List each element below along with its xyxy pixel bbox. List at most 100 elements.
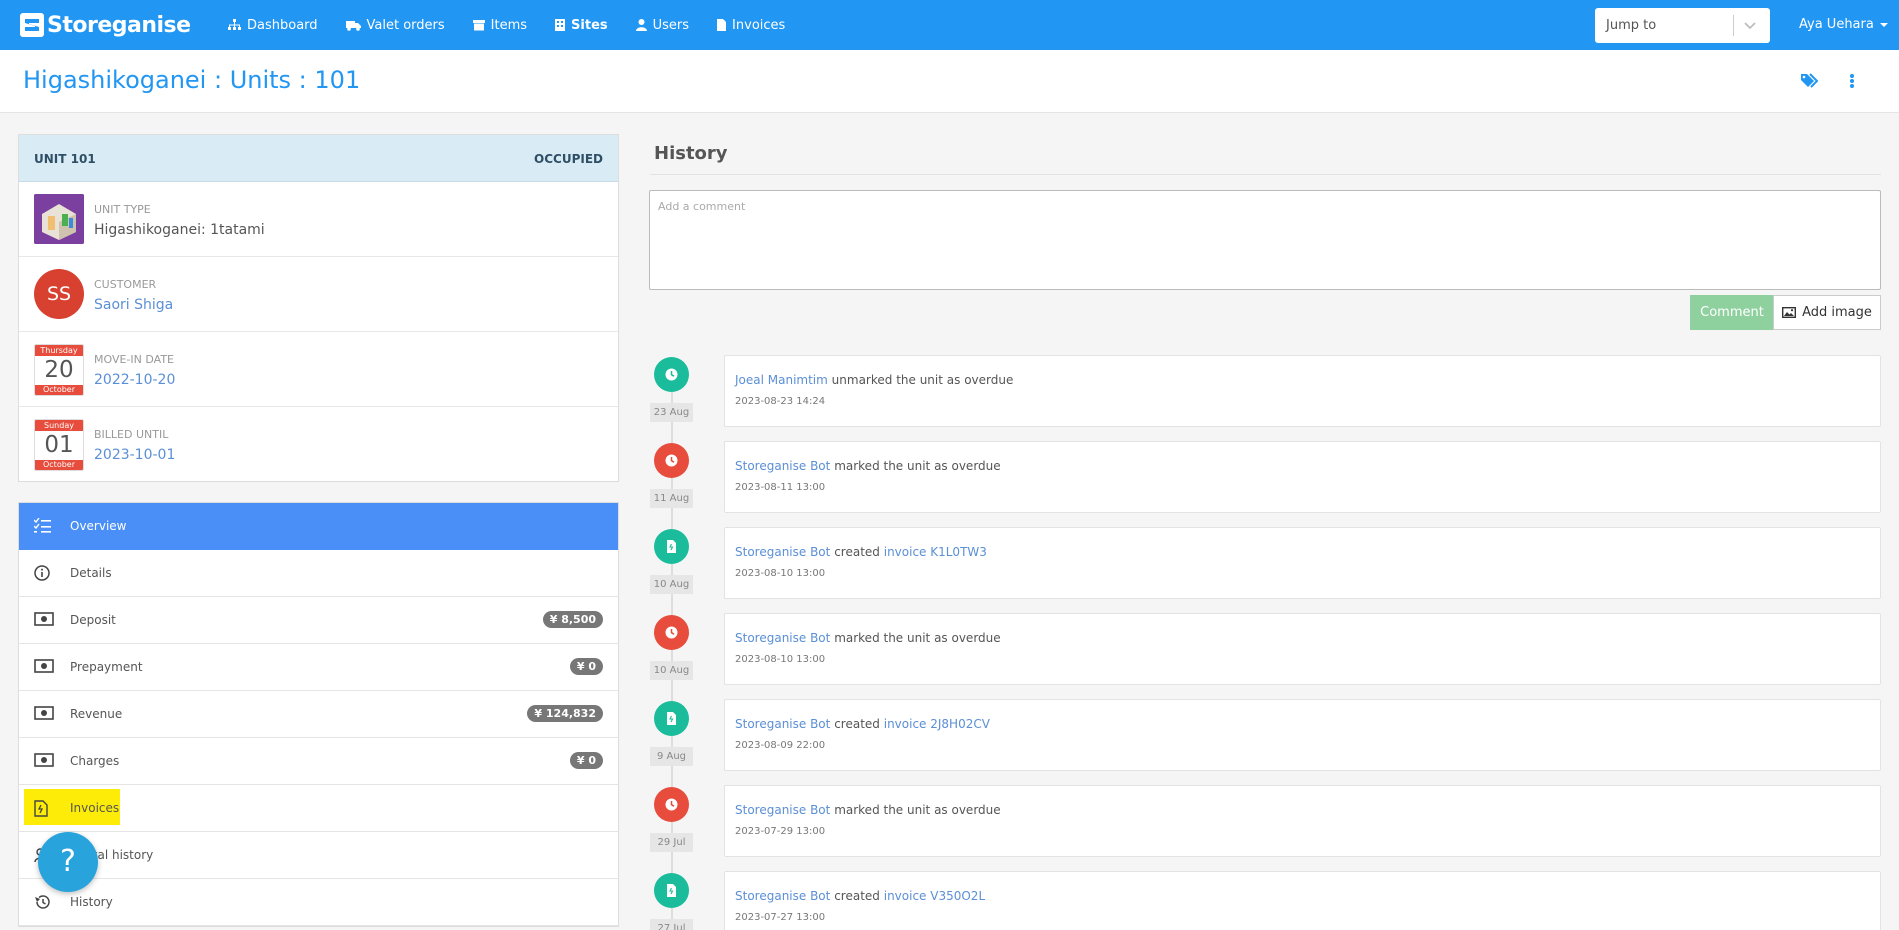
history-entry-card: Storeganise Bot marked the unit as overd… — [724, 785, 1881, 857]
truck-icon — [345, 20, 361, 31]
history-entry-date: 9 Aug — [650, 747, 693, 766]
history-entry-timestamp: 2023-07-29 13:00 — [735, 826, 826, 837]
history-action-text: created — [834, 717, 880, 731]
history-invoice-link[interactable]: invoice V350O2L — [884, 889, 985, 903]
building-icon — [555, 19, 566, 31]
user-name: Aya Uehara — [1799, 17, 1874, 32]
user-icon — [635, 19, 647, 31]
history-action-text: marked the unit as overdue — [834, 459, 1001, 473]
storeganise-logo-icon — [20, 13, 44, 37]
history-actor-link[interactable]: Storeganise Bot — [735, 803, 830, 817]
comment-input[interactable] — [649, 190, 1881, 290]
history-action-text: marked the unit as overdue — [834, 631, 1001, 645]
history-actor-link[interactable]: Storeganise Bot — [735, 631, 830, 645]
history-entry-text: Storeganise Bot marked the unit as overd… — [735, 459, 1001, 473]
invoice-event-icon — [654, 701, 689, 736]
history-title: History — [654, 143, 728, 164]
history-entry-text: Storeganise Bot created invoice V350O2L — [735, 889, 985, 903]
history-actor-link[interactable]: Storeganise Bot — [735, 459, 830, 473]
main-nav: Dashboard Valet orders Items Sites Users… — [228, 0, 813, 50]
comment-button[interactable]: Comment — [1690, 295, 1774, 330]
history-entry-timestamp: 2023-08-10 13:00 — [735, 654, 826, 665]
nav-users[interactable]: Users — [635, 18, 689, 33]
history-actor-link[interactable]: Storeganise Bot — [735, 889, 830, 903]
history-actor-link[interactable]: Joeal Manimtim — [735, 373, 828, 387]
user-menu[interactable]: Aya Uehara — [1799, 17, 1888, 32]
tags-icon[interactable] — [1801, 73, 1819, 89]
history-entry-text: Storeganise Bot marked the unit as overd… — [735, 803, 1001, 817]
history-entry-date: 10 Aug — [650, 575, 693, 594]
unit-type-label: UNIT TYPE — [94, 203, 151, 216]
invoice-event-icon — [654, 529, 689, 564]
customer-row: SS CUSTOMER Saori Shiga — [19, 257, 618, 332]
history-action-text: unmarked the unit as overdue — [831, 373, 1014, 387]
archive-icon — [472, 19, 485, 30]
top-navbar: Storeganise Dashboard Valet orders Items… — [0, 0, 1899, 50]
image-icon — [1782, 307, 1797, 318]
history-entry-timestamp: 2023-08-09 22:00 — [735, 740, 826, 751]
jump-to-placeholder: Jump to — [1606, 18, 1657, 33]
unit-type-image — [34, 194, 84, 244]
history-action-text: marked the unit as overdue — [834, 803, 1001, 817]
history-entry-timestamp: 2023-08-23 14:24 — [735, 396, 826, 407]
nav-invoices[interactable]: Invoices — [717, 18, 785, 33]
history-action-text: created — [834, 889, 880, 903]
history-entry-date: 10 Aug — [650, 661, 693, 680]
more-vertical-icon[interactable] — [1849, 73, 1855, 89]
clock-event-icon — [654, 357, 689, 392]
history-actor-link[interactable]: Storeganise Bot — [735, 717, 830, 731]
unit-panel-header: UNIT 101 OCCUPIED — [19, 135, 618, 182]
history-entry-card: Storeganise Bot created invoice 2J8H02CV… — [724, 699, 1881, 771]
nav-valet-orders-label: Valet orders — [366, 17, 445, 33]
customer-link[interactable]: Saori Shiga — [94, 297, 173, 313]
add-image-label: Add image — [1802, 305, 1872, 320]
history-entry-timestamp: 2023-07-27 13:00 — [735, 912, 826, 923]
history-entry: 27 Jul Storeganise Bot created invoice V3… — [0, 871, 1899, 930]
history-entry-timestamp: 2023-08-10 13:00 — [735, 568, 826, 579]
nav-invoices-label: Invoices — [732, 17, 786, 33]
caret-down-icon — [1879, 22, 1888, 27]
clock-event-icon — [654, 787, 689, 822]
history-entry: 11 Aug Storeganise Bot marked the unit as… — [0, 441, 1899, 529]
history-entry-card: Joeal Manimtim unmarked the unit as over… — [724, 355, 1881, 427]
history-entry-card: Storeganise Bot created invoice K1L0TW3 2… — [724, 527, 1881, 599]
file-icon — [717, 19, 727, 31]
history-entry-card: Storeganise Bot created invoice V350O2L 2… — [724, 871, 1881, 930]
nav-dashboard-label: Dashboard — [247, 17, 318, 33]
page-header: Higashikoganei : Units : 101 — [0, 50, 1899, 113]
history-entry-text: Joeal Manimtim unmarked the unit as over… — [735, 373, 1013, 387]
nav-sites[interactable]: Sites — [555, 18, 608, 33]
customer-label: CUSTOMER — [94, 278, 157, 291]
history-entry: 29 Jul Storeganise Bot marked the unit as… — [0, 785, 1899, 873]
jump-to-select[interactable]: Jump to — [1595, 8, 1770, 43]
history-entry: 23 Aug Joeal Manimtim unmarked the unit a… — [0, 355, 1899, 443]
invoice-event-icon — [654, 873, 689, 908]
customer-avatar[interactable]: SS — [34, 269, 84, 319]
jump-to-separator — [1733, 15, 1734, 36]
history-entry-text: Storeganise Bot created invoice 2J8H02CV — [735, 717, 990, 731]
history-entry-date: 29 Jul — [650, 833, 693, 852]
chevron-down-icon[interactable] — [1743, 17, 1757, 33]
unit-type-value: Higashikoganei: 1tatami — [94, 222, 265, 238]
history-entry-timestamp: 2023-08-11 13:00 — [735, 482, 826, 493]
clock-event-icon — [654, 615, 689, 650]
history-entry: 10 Aug Storeganise Bot marked the unit as… — [0, 613, 1899, 701]
history-invoice-link[interactable]: invoice 2J8H02CV — [884, 717, 990, 731]
brand-logo[interactable]: Storeganise — [20, 11, 191, 39]
nav-dashboard[interactable]: Dashboard — [228, 18, 318, 33]
clock-event-icon — [654, 443, 689, 478]
sitemap-icon — [228, 19, 241, 30]
unit-heading: UNIT 101 — [34, 152, 96, 166]
history-invoice-link[interactable]: invoice K1L0TW3 — [884, 545, 987, 559]
history-entry-text: Storeganise Bot marked the unit as overd… — [735, 631, 1001, 645]
history-entry-date: 23 Aug — [650, 403, 693, 422]
history-entry-text: Storeganise Bot created invoice K1L0TW3 — [735, 545, 987, 559]
move-in-weekday: Thursday — [35, 345, 83, 356]
add-image-button[interactable]: Add image — [1773, 295, 1881, 330]
history-entry-card: Storeganise Bot marked the unit as overd… — [724, 613, 1881, 685]
nav-valet-orders[interactable]: Valet orders — [345, 17, 445, 33]
history-entry-date: 27 Jul — [650, 919, 693, 930]
nav-items[interactable]: Items — [472, 18, 527, 33]
unit-status: OCCUPIED — [534, 152, 603, 166]
history-actor-link[interactable]: Storeganise Bot — [735, 545, 830, 559]
